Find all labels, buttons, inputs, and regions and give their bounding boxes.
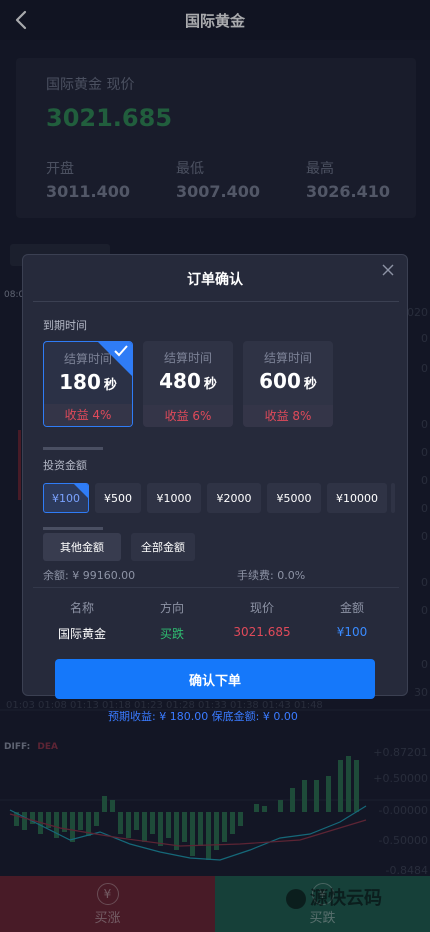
selected-corner xyxy=(74,484,88,498)
col-header-name: 名称 xyxy=(69,601,94,615)
duration-value: 600 秒 xyxy=(259,369,317,393)
cell-name: 国际黄金 xyxy=(57,627,106,641)
divider xyxy=(33,587,399,588)
cell-direction: 买跌 xyxy=(159,627,184,641)
duration-option-600[interactable]: 结算时间 600 秒 收益 8% xyxy=(243,341,333,427)
cell-amount: ¥100 xyxy=(336,625,368,639)
balance-text: 余额: ¥ 99160.00 xyxy=(43,569,136,582)
amount-option-5000[interactable]: ¥5000 xyxy=(267,483,321,513)
col-header-amount: 金额 xyxy=(339,601,364,615)
amount-option-10000[interactable]: ¥10000 xyxy=(327,483,387,513)
close-icon[interactable] xyxy=(381,263,395,277)
trade-page: 国际黄金 国际黄金 现价 3021.685 开盘 3011.400 最低 300… xyxy=(0,0,430,932)
all-amount-button[interactable]: 全部金额 xyxy=(131,533,195,561)
duration-profit: 收益 8% xyxy=(243,405,333,427)
section-marker xyxy=(43,527,103,530)
confirm-order-button[interactable]: 确认下单 xyxy=(55,659,375,699)
amount-option-100[interactable]: ¥100 xyxy=(43,483,89,513)
duration-option-180[interactable]: 结算时间 180 秒 收益 4% xyxy=(43,341,133,427)
expected-return: 预期收益: ¥ 180.00 保底金额: ¥ 0.00 xyxy=(108,710,298,723)
duration-value: 480 秒 xyxy=(159,369,217,393)
col-header-price: 现价 xyxy=(249,601,274,615)
amount-option-500[interactable]: ¥500 xyxy=(95,483,141,513)
col-header-direction: 方向 xyxy=(159,601,184,615)
divider xyxy=(33,301,399,302)
fee-text: 手续费: 0.0% xyxy=(237,569,306,582)
amount-option-2000[interactable]: ¥2000 xyxy=(207,483,261,513)
cell-price: 3021.685 xyxy=(233,625,291,639)
dialog-title: 订单确认 xyxy=(187,272,243,288)
amount-label: 投资金额 xyxy=(43,459,87,472)
section-marker xyxy=(43,447,103,450)
expiry-label: 到期时间 xyxy=(43,319,87,332)
duration-profit: 收益 4% xyxy=(44,404,132,426)
duration-label: 结算时间 xyxy=(163,351,212,365)
other-amount-button[interactable]: 其他金额 xyxy=(43,533,121,561)
order-confirm-dialog: 订单确认 到期时间 结算时间 180 秒 收益 4% 结算时间 480 秒 收益 6… xyxy=(22,254,408,699)
amount-option-1000[interactable]: ¥1000 xyxy=(147,483,201,513)
check-icon xyxy=(114,345,128,357)
duration-profit: 收益 6% xyxy=(143,405,233,427)
amount-option-overflow[interactable] xyxy=(391,483,395,513)
duration-label: 结算时间 xyxy=(263,351,312,365)
duration-option-480[interactable]: 结算时间 480 秒 收益 6% xyxy=(143,341,233,427)
